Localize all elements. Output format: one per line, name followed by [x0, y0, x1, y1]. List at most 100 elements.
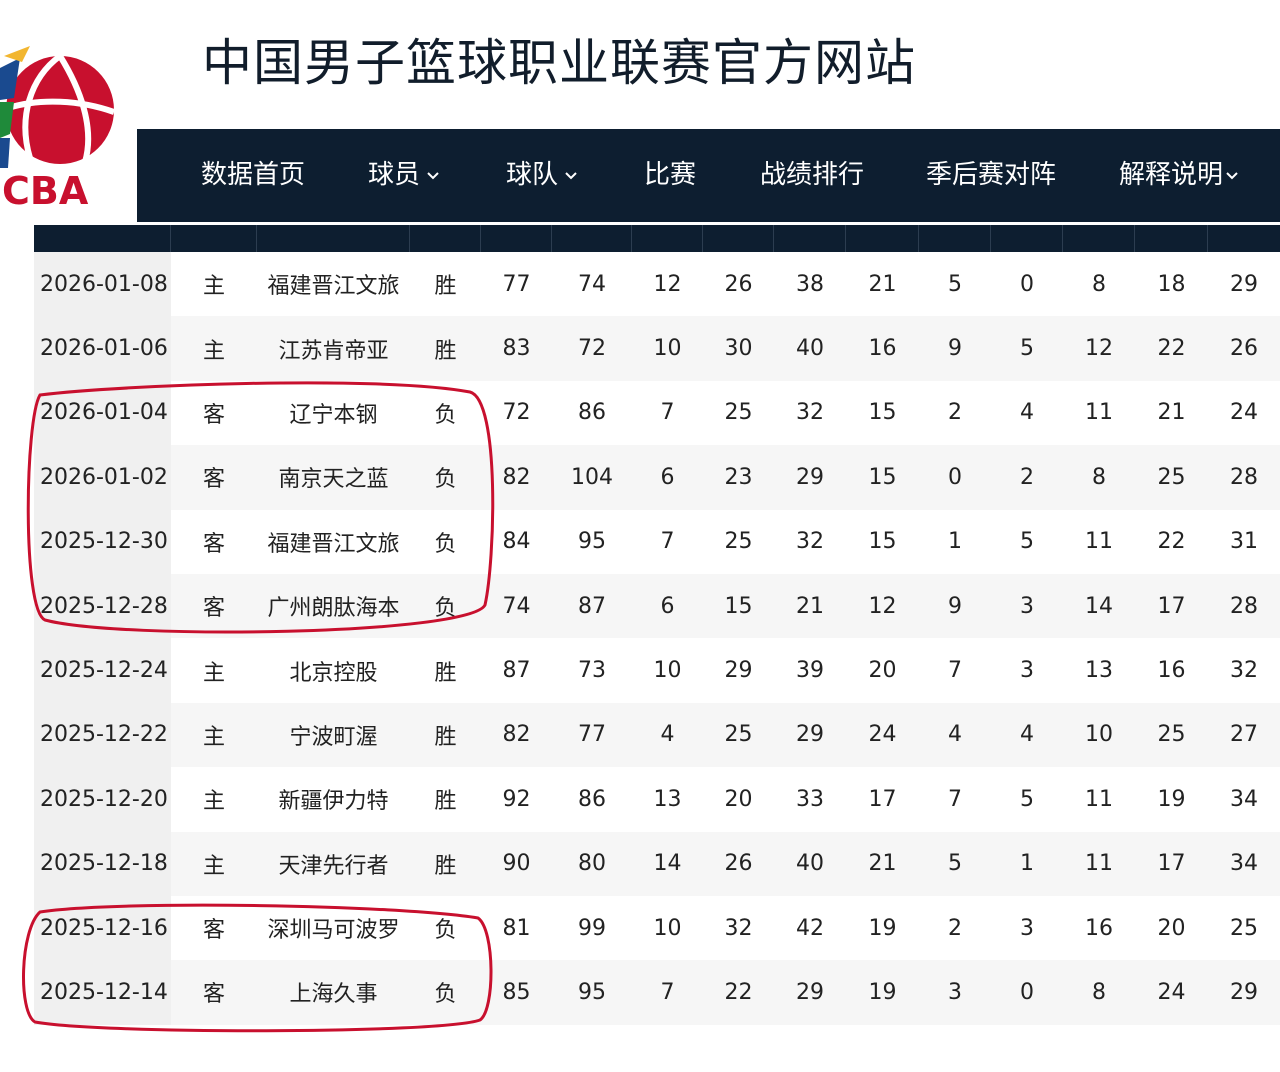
nav-label: 比赛: [644, 160, 697, 190]
table-cell: 29: [774, 702, 846, 768]
table-cell: 10: [1063, 702, 1135, 768]
table-cell: 11: [1063, 380, 1135, 446]
table-cell: 0: [919, 445, 991, 510]
table-cell: 77: [552, 702, 632, 768]
table-cell: 6: [632, 573, 703, 639]
table-cell: 12: [632, 252, 703, 317]
header-cell: [919, 225, 991, 252]
table-cell: 胜: [410, 702, 481, 768]
table-row: 2026-01-04 客辽宁本钢负 72 86 7 25 32 15 2 4 11 21 24: [34, 380, 1280, 446]
table-cell: 15: [703, 573, 774, 639]
header-cell: [34, 225, 171, 252]
table-cell: 15: [846, 509, 919, 574]
table-cell: 11: [1063, 767, 1135, 832]
table-cell: 32: [1208, 638, 1280, 703]
table-cell: 29: [1208, 960, 1280, 1025]
table-cell: 3: [991, 573, 1063, 639]
table-cell: 24: [1208, 380, 1280, 446]
table-cell: 22: [1135, 509, 1208, 574]
nav-item-players[interactable]: 球员: [368, 129, 440, 222]
table-cell: 72: [481, 380, 552, 446]
table-cell: 3: [919, 960, 991, 1025]
nav-label: 解释说明: [1119, 160, 1224, 190]
table-cell: 29: [703, 638, 774, 703]
table-cell: 5: [991, 316, 1063, 381]
table-cell: 87: [481, 638, 552, 703]
table-cell: 28: [1208, 573, 1280, 639]
table-cell: 13: [1063, 638, 1135, 703]
table-cell: 95: [552, 960, 632, 1025]
table-cell: 5: [919, 252, 991, 317]
table-cell: 24: [846, 702, 919, 768]
table-cell: 26: [703, 831, 774, 896]
table-cell: 25: [703, 509, 774, 574]
table-cell: 1: [919, 509, 991, 574]
table-cell: 11: [1063, 509, 1135, 574]
nav-label: 球员: [368, 160, 421, 190]
table-cell: 81: [481, 895, 552, 961]
table-cell: 5: [991, 509, 1063, 574]
table-cell: 21: [774, 573, 846, 639]
nav-item-teams[interactable]: 球队: [506, 129, 578, 222]
table-cell: 9: [919, 316, 991, 381]
table-cell: 72: [552, 316, 632, 381]
table-cell: 74: [481, 573, 552, 639]
table-cell: 25: [1208, 895, 1280, 961]
cell-opponent: 广州朗肽海本: [257, 573, 410, 639]
table-row: 2025-12-24 主北京控股胜 87 73 10 29 39 20 7 3 13 16 32: [34, 638, 1280, 703]
table-cell: 主: [171, 702, 257, 768]
table-cell: 26: [1208, 316, 1280, 381]
cell-opponent: 江苏肯帝亚: [257, 316, 410, 381]
table-cell: 18: [1135, 252, 1208, 317]
table-cell: 99: [552, 895, 632, 961]
table-cell: 32: [774, 509, 846, 574]
table-cell: 73: [552, 638, 632, 703]
table-cell: 14: [632, 831, 703, 896]
table-cell: 20: [846, 638, 919, 703]
cell-opponent: 福建晋江文旅: [257, 509, 410, 574]
table-row: 2026-01-06 主江苏肯帝亚胜 83 72 10 30 40 16 9 5 12 22 26: [34, 316, 1280, 381]
table-cell: 14: [1063, 573, 1135, 639]
table-cell: 主: [171, 252, 257, 317]
nav-item-data-home[interactable]: 数据首页: [201, 129, 305, 222]
table-cell: 客: [171, 895, 257, 961]
table-cell: 104: [552, 445, 632, 510]
table-cell: 12: [1063, 316, 1135, 381]
table-cell: 胜: [410, 252, 481, 317]
table-cell: 负: [410, 380, 481, 446]
table-cell: 5: [919, 831, 991, 896]
table-cell: 4: [919, 702, 991, 768]
table-cell: 86: [552, 380, 632, 446]
cell-date: 2026-01-06: [34, 316, 171, 381]
header-cell: [552, 225, 632, 252]
table-cell: 负: [410, 509, 481, 574]
table-cell: 80: [552, 831, 632, 896]
table-cell: 7: [632, 509, 703, 574]
table-cell: 4: [991, 702, 1063, 768]
nav-label: 球队: [506, 160, 559, 190]
cell-date: 2025-12-18: [34, 831, 171, 896]
table-cell: 客: [171, 445, 257, 510]
table-cell: 82: [481, 702, 552, 768]
cell-date: 2025-12-22: [34, 702, 171, 768]
cell-date: 2026-01-04: [34, 380, 171, 446]
games-table: 2026-01-08 主福建晋江文旅胜 77 74 12 26 38 21 5 0 8 18 29 202…: [34, 252, 1280, 1025]
header-cell: [481, 225, 552, 252]
cell-date: 2025-12-30: [34, 509, 171, 574]
table-cell: 19: [1135, 767, 1208, 832]
table-cell: 2: [991, 445, 1063, 510]
svg-text:CBA: CBA: [2, 169, 89, 213]
table-cell: 8: [1063, 960, 1135, 1025]
nav-label: 季后赛对阵: [926, 160, 1057, 190]
table-cell: 5: [991, 767, 1063, 832]
nav-item-standings[interactable]: 战绩排行: [760, 129, 864, 222]
nav-item-explanation[interactable]: 解释说明: [1119, 129, 1239, 222]
table-cell: 29: [774, 960, 846, 1025]
nav-item-playoffs[interactable]: 季后赛对阵: [926, 129, 1056, 222]
table-cell: 8: [1063, 252, 1135, 317]
header-cell: [410, 225, 481, 252]
nav-item-games[interactable]: 比赛: [644, 129, 696, 222]
chevron-down-icon: [565, 171, 577, 179]
table-cell: 26: [703, 252, 774, 317]
table-cell: 主: [171, 831, 257, 896]
